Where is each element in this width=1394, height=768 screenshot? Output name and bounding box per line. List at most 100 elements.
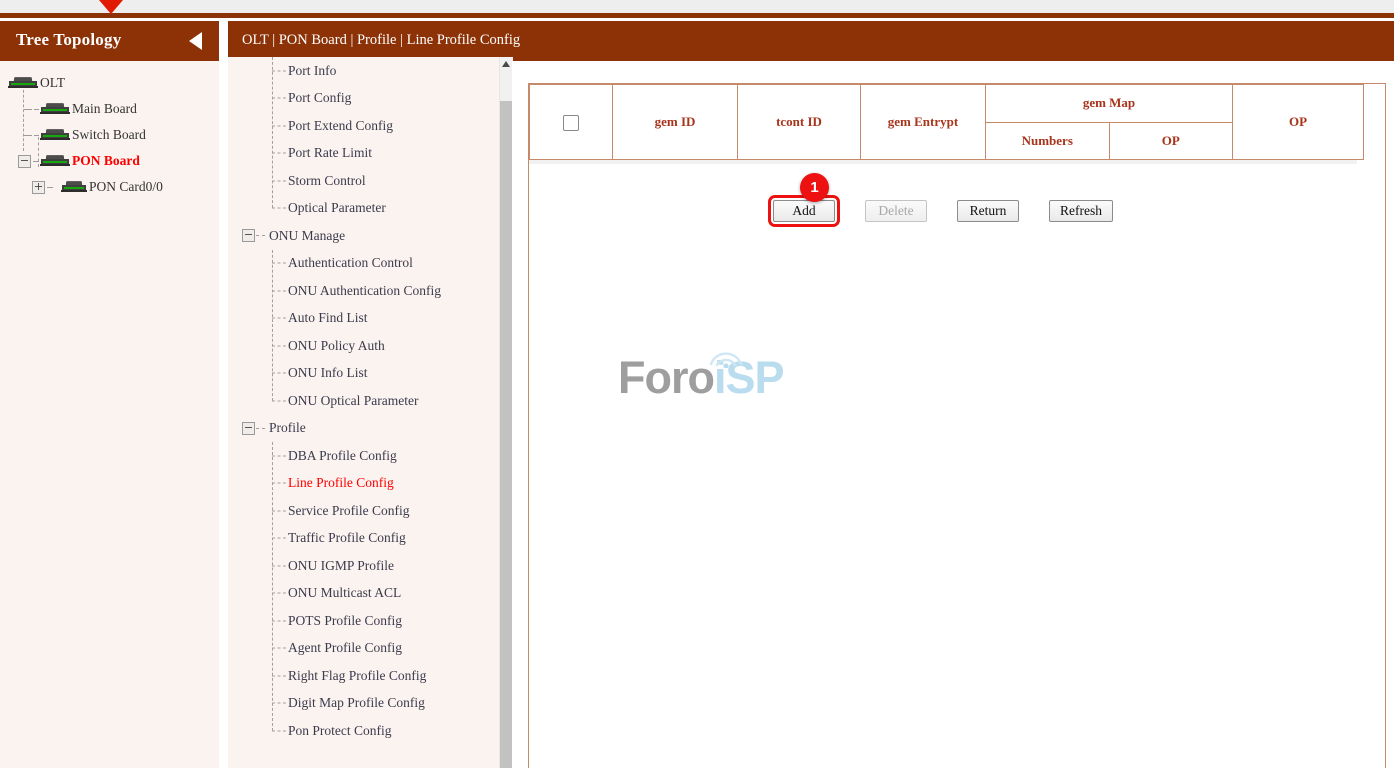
menu-branch-dash-icon [272,125,286,126]
menu-item-label: Authentication Control [288,255,413,271]
menu-item-label: ONU Manage [269,228,345,244]
tree-node-label: Switch Board [72,127,146,143]
tree-topology-header: Tree Topology [0,21,219,61]
tree-node-switch-board[interactable]: Switch Board [0,122,219,148]
tree-node-label: PON Card0/0 [89,179,163,195]
breadcrumb: OLT | PON Board | Profile | Line Profile… [242,32,520,49]
menu-item-label: Auto Find List [288,310,368,326]
column-header-gem-map-op: OP [1109,122,1233,160]
menu-expander-minus-icon[interactable] [242,422,255,435]
menu-item-onu-optical-parameter[interactable]: ONU Optical Parameter [228,387,512,415]
menu-item-label: Port Config [288,90,351,106]
menu-item-line-profile-config[interactable]: Line Profile Config [228,470,512,498]
menu-item-onu-info-list[interactable]: ONU Info List [228,360,512,388]
menu-branch-dash-icon [272,70,286,71]
menu-item-storm-control[interactable]: Storm Control [228,167,512,195]
menu-branch-dash-icon [272,208,286,209]
column-header-gem-map-numbers: Numbers [986,122,1110,160]
tree-branch-dash-icon [33,161,39,162]
tree-node-label: Main Board [72,101,137,117]
delete-button: Delete [865,200,927,222]
tree-topology-panel: Tree Topology OLT Main Board [0,21,219,768]
tree-node-pon-board[interactable]: PON Board [0,148,219,174]
table-header: gem ID tcont ID gem Entrypt gem Map OP N… [530,85,1364,160]
menu-item-pots-profile-config[interactable]: POTS Profile Config [228,607,512,635]
collapse-panel-caret-left-icon[interactable] [189,32,202,50]
menu-item-label: Line Profile Config [288,475,394,491]
menu-branch-dash-icon [272,510,286,511]
tree-node-main-board[interactable]: Main Board [0,96,219,122]
menu-item-port-config[interactable]: Port Config [228,85,512,113]
menu-item-label: Agent Profile Config [288,640,402,656]
menu-item-label: Optical Parameter [288,200,386,216]
navigation-menu-panel: Port Info Port Config Port Extend Config Po… [228,57,512,768]
device-icon [8,77,38,89]
menu-item-auto-find-list[interactable]: Auto Find List [228,305,512,333]
menu-branch-dash-icon [272,648,286,649]
menu-item-service-profile-config[interactable]: Service Profile Config [228,497,512,525]
red-pointer-arrow-icon [99,0,123,14]
menu-item-onu-policy-auth[interactable]: ONU Policy Auth [228,332,512,360]
tree-expander-minus-icon[interactable] [18,155,31,168]
menu-item-label: Traffic Profile Config [288,530,406,546]
menu-branch-dash-icon [272,290,286,291]
menu-item-digit-map-profile-config[interactable]: Digit Map Profile Config [228,690,512,718]
menu-branch-dash-icon [256,428,265,429]
select-all-header-cell [530,85,613,160]
menu-branch-dash-icon [272,620,286,621]
content-header-bar: OLT | PON Board | Profile | Line Profile… [228,21,1394,61]
wifi-arcs-icon [706,346,746,368]
column-header-gem-entrypt: gem Entrypt [861,85,986,160]
add-button[interactable]: Add 1 [773,200,835,222]
menu-branch-dash-icon [272,483,286,484]
menu-item-label: ONU IGMP Profile [288,558,394,574]
tree-node-olt[interactable]: OLT [0,70,219,96]
menu-item-agent-profile-config[interactable]: Agent Profile Config [228,635,512,663]
menu-item-label: POTS Profile Config [288,613,402,629]
menu-branch-dash-icon [272,318,286,319]
menu-item-label: ONU Policy Auth [288,338,385,354]
menu-item-pon-protect-config[interactable]: Pon Protect Config [228,717,512,745]
menu-item-traffic-profile-config[interactable]: Traffic Profile Config [228,525,512,553]
menu-item-label: Profile [269,420,306,436]
menu-branch-dash-icon [272,263,286,264]
menu-branch-dash-icon [272,593,286,594]
menu-item-port-rate-limit[interactable]: Port Rate Limit [228,140,512,168]
menu-item-authentication-control[interactable]: Authentication Control [228,250,512,278]
column-header-gem-map: gem Map [986,85,1233,123]
tree-node-label: OLT [40,75,65,91]
menu-item-port-info[interactable]: Port Info [228,57,512,85]
column-header-tcont-id: tcont ID [738,85,861,160]
add-button-label: Add [792,203,815,218]
menu-item-onu-authentication-config[interactable]: ONU Authentication Config [228,277,512,305]
menu-item-onu-igmp-profile[interactable]: ONU IGMP Profile [228,552,512,580]
menu-item-profile[interactable]: Profile [228,415,512,443]
foroisp-watermark: ForoiSP [618,352,774,404]
menu-item-label: Service Profile Config [288,503,409,519]
menu-expander-minus-icon[interactable] [242,229,255,242]
tree-node-pon-card-0-0[interactable]: PON Card0/0 [0,174,219,200]
select-all-checkbox-icon[interactable] [563,115,579,131]
menu-branch-dash-icon [272,455,286,456]
menu-item-label: Pon Protect Config [288,723,392,739]
refresh-button[interactable]: Refresh [1049,200,1113,222]
action-button-row: Add 1 Delete Return Refresh [529,200,1357,222]
return-button[interactable]: Return [957,200,1019,222]
menu-item-label: DBA Profile Config [288,448,397,464]
menu-item-onu-manage[interactable]: ONU Manage [228,222,512,250]
menu-scrollbar[interactable] [499,57,513,768]
menu-item-onu-multicast-acl[interactable]: ONU Multicast ACL [228,580,512,608]
menu-item-label: ONU Authentication Config [288,283,441,299]
menu-item-label: Port Extend Config [288,118,393,134]
scroll-up-caret-up-icon[interactable] [502,61,510,67]
menu-item-port-extend-config[interactable]: Port Extend Config [228,112,512,140]
tree-branch-dash-icon [34,135,39,136]
menu-item-right-flag-profile-config[interactable]: Right Flag Profile Config [228,662,512,690]
menu-item-dba-profile-config[interactable]: DBA Profile Config [228,442,512,470]
menu-item-label: ONU Info List [288,365,368,381]
menu-branch-dash-icon [272,565,286,566]
top-accent-rule [0,13,1394,18]
tree-expander-plus-icon[interactable] [32,181,45,194]
menu-item-label: Storm Control [288,173,366,189]
menu-item-optical-parameter[interactable]: Optical Parameter [228,195,512,223]
